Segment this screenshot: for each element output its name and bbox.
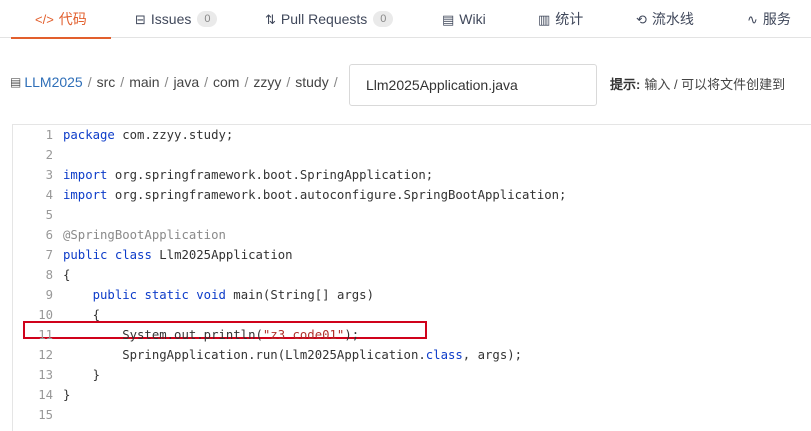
- line-number: 2: [45, 148, 53, 162]
- repo-tab-bar: </> 代码 ⊟ Issues 0 ⇅ Pull Requests 0 ▤ Wi…: [0, 0, 811, 39]
- code-token: com.zzyy.study;: [114, 128, 234, 142]
- code-token: , args);: [462, 348, 523, 362]
- code-token: import: [63, 168, 108, 182]
- breadcrumb-separator: /: [87, 74, 92, 90]
- tab-label: Pull Requests: [280, 11, 368, 27]
- breadcrumb-segment[interactable]: src: [97, 74, 116, 90]
- service-icon: ∿: [747, 11, 758, 27]
- code-token: SpringApplication.run(Llm2025Application…: [63, 348, 426, 362]
- issues-count-badge: 0: [197, 11, 218, 27]
- issues-icon: ⊟: [135, 11, 146, 27]
- code-token: public: [63, 248, 108, 262]
- line-number: 13: [38, 368, 53, 382]
- code-token: org.springframework.boot.autoconfigure.S…: [107, 188, 567, 202]
- code-token: @SpringBootApplication: [63, 228, 226, 242]
- breadcrumb-repo-link[interactable]: LLM2025: [24, 74, 82, 90]
- code-token: public: [92, 288, 138, 302]
- code-token: org.springframework.boot.SpringApplicati…: [107, 168, 434, 182]
- line-code: }: [63, 385, 70, 405]
- repo-icon: ▤: [10, 75, 22, 89]
- code-token: static: [144, 288, 189, 302]
- tab-issues[interactable]: ⊟ Issues 0: [135, 0, 218, 38]
- breadcrumb-separator: /: [333, 74, 338, 90]
- tab-label: 流水线: [651, 11, 694, 27]
- tab-label: 代码: [58, 11, 87, 27]
- line-code: import org.springframework.boot.autoconf…: [63, 185, 566, 205]
- line-number: 5: [45, 208, 53, 222]
- breadcrumb-separator: /: [164, 74, 169, 90]
- breadcrumb-segment[interactable]: main: [129, 74, 159, 90]
- line-code: @SpringBootApplication: [63, 225, 226, 245]
- tab-stats[interactable]: ▥ 统计: [538, 0, 583, 38]
- code-token: System.out.println(: [63, 328, 263, 342]
- pull-requests-count-badge: 0: [373, 11, 394, 27]
- filename-input[interactable]: Llm2025Application.java: [349, 64, 597, 106]
- line-number: 10: [38, 308, 53, 322]
- stats-icon: ▥: [538, 11, 551, 27]
- code-token: void: [196, 288, 226, 302]
- tab-service[interactable]: ∿ 服务: [747, 0, 791, 38]
- line-number: 7: [45, 248, 53, 262]
- line-code: public static void main(String[] args): [63, 285, 374, 305]
- breadcrumb-segment[interactable]: zzyy: [253, 74, 281, 90]
- line-number: 12: [38, 348, 53, 362]
- hint-label: 提示:: [610, 77, 641, 92]
- breadcrumb-separator: /: [120, 74, 125, 90]
- tab-label: Wiki: [459, 11, 486, 27]
- code-token: {: [63, 308, 101, 322]
- tab-label: 统计: [555, 11, 584, 27]
- code-editor[interactable]: 1 package com.zzyy.study; 2 3 import org.spr…: [12, 124, 811, 431]
- tab-pull-requests[interactable]: ⇅ Pull Requests 0: [265, 0, 394, 38]
- wiki-icon: ▤: [442, 11, 455, 27]
- code-token: main(String[] args): [225, 288, 374, 302]
- line-code: public class Llm2025Application: [63, 245, 293, 265]
- breadcrumb-segment[interactable]: study: [295, 74, 328, 90]
- code-token: );: [344, 328, 360, 342]
- line-code: {: [63, 265, 70, 285]
- line-number: 4: [45, 188, 53, 202]
- line-code: SpringApplication.run(Llm2025Application…: [63, 345, 522, 365]
- tab-wiki[interactable]: ▤ Wiki: [442, 0, 486, 38]
- line-number: 6: [45, 228, 53, 242]
- code-token: class: [425, 348, 463, 362]
- code-token: package: [63, 128, 115, 142]
- pipeline-icon: ⟲: [636, 11, 647, 27]
- code-token: }: [63, 388, 71, 402]
- code-token: import: [63, 188, 108, 202]
- line-number: 8: [45, 268, 53, 282]
- filename-hint: 提示: 输入 / 可以将文件创建到: [610, 74, 785, 93]
- line-number: 15: [38, 408, 53, 422]
- pull-request-icon: ⇅: [265, 11, 276, 27]
- tab-label: Issues: [150, 11, 192, 27]
- code-icon: </>: [35, 11, 54, 27]
- line-number: 11: [38, 328, 53, 342]
- filename-value: Llm2025Application.java: [366, 77, 518, 93]
- breadcrumb-separator: /: [286, 74, 291, 90]
- hint-text: 输入 / 可以将文件创建到: [644, 77, 786, 92]
- breadcrumb-separator: /: [244, 74, 249, 90]
- breadcrumb-segment[interactable]: com: [213, 74, 239, 90]
- code-token: Llm2025Application: [151, 248, 293, 262]
- line-code: import org.springframework.boot.SpringAp…: [63, 165, 433, 185]
- tab-code[interactable]: </> 代码: [11, 0, 111, 39]
- breadcrumb-segment[interactable]: java: [173, 74, 199, 90]
- line-code: package com.zzyy.study;: [63, 125, 233, 145]
- line-number: 9: [45, 288, 53, 302]
- line-number: 3: [45, 168, 53, 182]
- tab-pipeline[interactable]: ⟲ 流水线: [636, 0, 694, 38]
- line-code: }: [63, 365, 100, 385]
- tab-label: 服务: [762, 11, 791, 27]
- line-number: 14: [38, 388, 53, 402]
- code-token: {: [63, 268, 71, 282]
- line-code: {: [63, 305, 100, 325]
- line-code: System.out.println("z3 code01");: [63, 325, 359, 345]
- line-number: 1: [45, 128, 53, 142]
- code-token: class: [114, 248, 152, 262]
- code-token: "z3 code01": [262, 328, 345, 342]
- breadcrumb: ▤ LLM2025 / src / main / java / com / zz…: [10, 74, 343, 90]
- breadcrumb-separator: /: [204, 74, 209, 90]
- code-token: }: [63, 368, 101, 382]
